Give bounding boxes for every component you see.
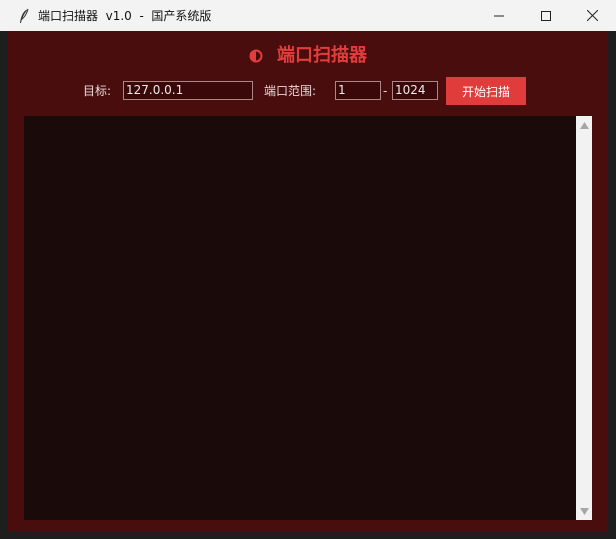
app-header: 端口扫描器 [8,41,608,67]
range-separator: - [383,84,388,98]
app-title: 端口扫描器 [277,45,367,66]
close-button[interactable] [569,0,616,31]
scan-controls: 目标: 127.0.0.1 端口范围: 1 - 1024 开始扫描 [8,77,608,105]
scroll-up-button[interactable] [576,118,592,132]
scan-output-area[interactable] [24,116,576,520]
target-label: 目标: [83,84,112,98]
minimize-button[interactable] [475,0,522,31]
port-end-input[interactable]: 1024 [392,81,438,100]
window-titlebar: 端口扫描器 v1.0 - 国产系统版 [0,0,616,31]
half-circle-icon [249,47,263,63]
scroll-up-icon [579,121,589,129]
app-window: 端口扫描器 目标: 127.0.0.1 端口范围: 1 - 1024 开始扫描 [8,31,608,531]
port-start-input[interactable]: 1 [335,81,381,100]
maximize-icon [540,10,551,21]
start-scan-button[interactable]: 开始扫描 [446,77,526,105]
maximize-button[interactable] [522,0,569,31]
window-controls [475,0,616,31]
target-input[interactable]: 127.0.0.1 [123,81,253,100]
port-range-label: 端口范围: [264,84,317,98]
output-scrollbar[interactable] [576,116,592,520]
feather-icon [16,8,32,24]
scroll-down-button[interactable] [576,504,592,518]
close-icon [587,10,598,21]
window-title: 端口扫描器 v1.0 - 国产系统版 [38,9,212,23]
scroll-down-icon [579,507,589,515]
minimize-icon [493,15,504,16]
